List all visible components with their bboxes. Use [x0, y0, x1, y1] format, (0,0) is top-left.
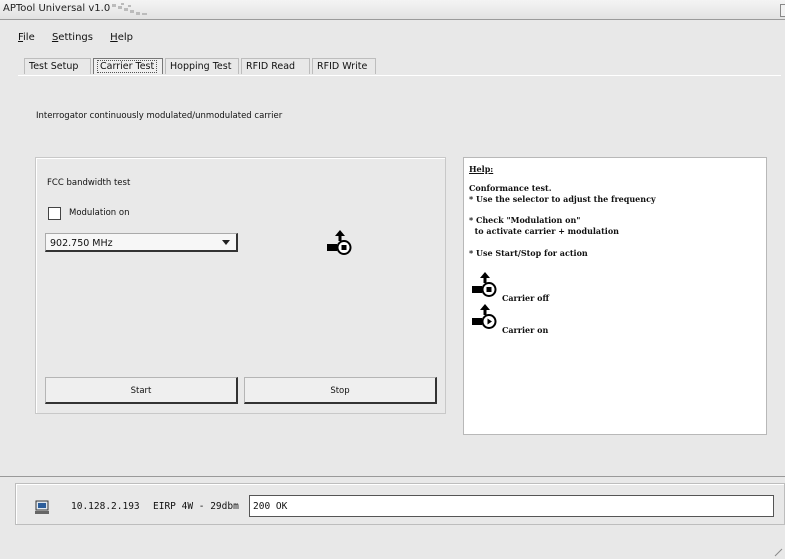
start-button[interactable]: Start	[45, 377, 238, 404]
menu-settings[interactable]: Settings	[52, 32, 93, 43]
tab-rfid-write[interactable]: RFID Write	[312, 58, 376, 74]
modulation-checkbox[interactable]	[48, 207, 61, 220]
help-title: Help:	[469, 164, 494, 174]
resize-grip-icon[interactable]	[773, 547, 783, 557]
carrier-on-label: Carrier on	[502, 325, 549, 335]
help-line: * Use the selector to adjust the frequen…	[469, 194, 656, 204]
network-computer-icon	[35, 500, 49, 514]
carrier-description: Interrogator continuously modulated/unmo…	[36, 111, 283, 121]
menu-help[interactable]: Help	[110, 32, 133, 43]
frequency-value: 902.750 MHz	[50, 238, 113, 249]
window-title: APTool Universal v1.0	[3, 3, 111, 14]
carrier-off-label: Carrier off	[502, 293, 550, 303]
tab-hopping-test[interactable]: Hopping Test	[165, 58, 239, 74]
tab-carrier-test[interactable]: Carrier Test	[93, 58, 163, 74]
help-line: * Use Start/Stop for action	[469, 248, 588, 258]
menu-file[interactable]: File	[18, 32, 35, 43]
carrier-off-icon	[327, 230, 352, 255]
divider	[0, 476, 785, 477]
frequency-select[interactable]: 902.750 MHz	[45, 233, 238, 252]
help-line: to activate carrier + modulation	[469, 226, 619, 236]
help-panel: Help: Conformance test. * Use the select…	[463, 157, 767, 435]
chevron-down-icon	[222, 240, 230, 245]
menu-bar: File Settings Help	[18, 32, 147, 46]
title-bar: APTool Universal v1.0	[0, 0, 785, 20]
stop-button[interactable]: Stop	[244, 377, 437, 404]
help-line: * Check "Modulation on"	[469, 215, 581, 225]
window-control-button[interactable]	[780, 4, 785, 17]
carrier-on-icon	[472, 304, 497, 329]
app-logo-icon	[112, 3, 147, 15]
help-line: Conformance test.	[469, 183, 552, 193]
carrier-off-icon	[472, 272, 497, 297]
tab-rfid-read[interactable]: RFID Read	[241, 58, 310, 74]
carrier-control-group	[35, 157, 446, 414]
modulation-label: Modulation on	[69, 208, 130, 218]
status-message: 200 OK	[253, 501, 288, 512]
status-eirp: EIRP 4W - 29dbm	[153, 501, 239, 512]
tab-test-setup[interactable]: Test Setup	[24, 58, 91, 74]
status-message-field: 200 OK	[249, 495, 774, 517]
fcc-label: FCC bandwidth test	[47, 178, 131, 188]
status-ip: 10.128.2.193	[71, 501, 140, 512]
